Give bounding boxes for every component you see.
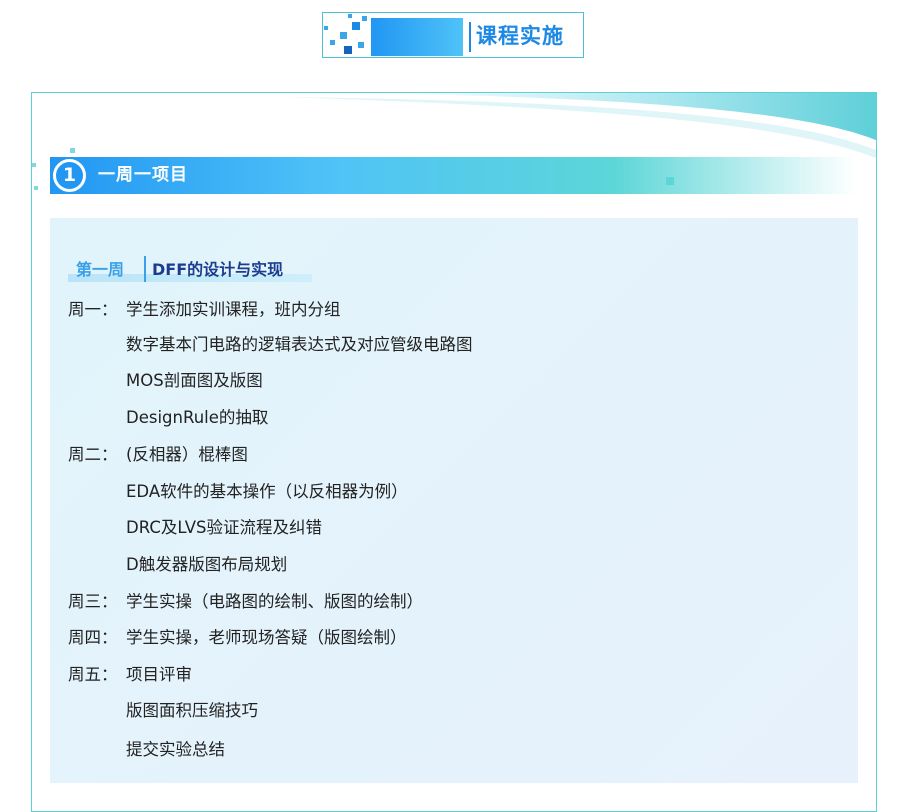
day-label: 周二：: [68, 445, 118, 464]
week-title: DFF的设计与实现: [152, 260, 284, 279]
schedule-item: DesignRule的抽取: [126, 408, 269, 427]
section-title: 一周一项目: [98, 165, 188, 185]
schedule-item: (反相器）棍棒图: [126, 445, 248, 464]
schedule-item: 数字基本门电路的逻辑表达式及对应管级电路图: [126, 335, 473, 354]
day-label: 周一：: [68, 300, 118, 319]
schedule-item: DRC及LVS验证流程及纠错: [126, 518, 323, 537]
week-separator: [144, 256, 146, 282]
day-label: 周五：: [68, 665, 118, 684]
decor-pixel: [32, 163, 36, 167]
schedule-item: 学生实操（电路图的绘制、版图的绘制）: [126, 592, 423, 611]
section-heading: 1 一周一项目: [0, 0, 906, 220]
section-number-badge: 1: [53, 159, 86, 192]
decor-pixel: [666, 177, 674, 185]
schedule-item: 学生添加实训课程，班内分组: [126, 300, 341, 319]
schedule-item: 学生实操，老师现场答疑（版图绘制）: [126, 628, 407, 647]
schedule-item: EDA软件的基本操作（以反相器为例）: [126, 482, 408, 501]
decor-pixel: [610, 162, 617, 169]
decor-pixel: [34, 186, 38, 190]
schedule-item: 版图面积压缩技巧: [126, 701, 258, 720]
decor-pixel: [612, 188, 617, 193]
schedule-item: 提交实验总结: [126, 740, 225, 759]
decor-pixel: [70, 148, 75, 153]
day-label: 周四：: [68, 628, 118, 647]
day-label: 周三：: [68, 592, 118, 611]
schedule-item: 项目评审: [126, 665, 192, 684]
schedule-item: D触发器版图布局规划: [126, 555, 288, 574]
schedule-panel: 第一周 DFF的设计与实现 周一： 学生添加实训课程，班内分组 数字基本门电路的…: [50, 218, 858, 783]
week-label: 第一周: [76, 260, 125, 279]
schedule-item: MOS剖面图及版图: [126, 371, 263, 390]
